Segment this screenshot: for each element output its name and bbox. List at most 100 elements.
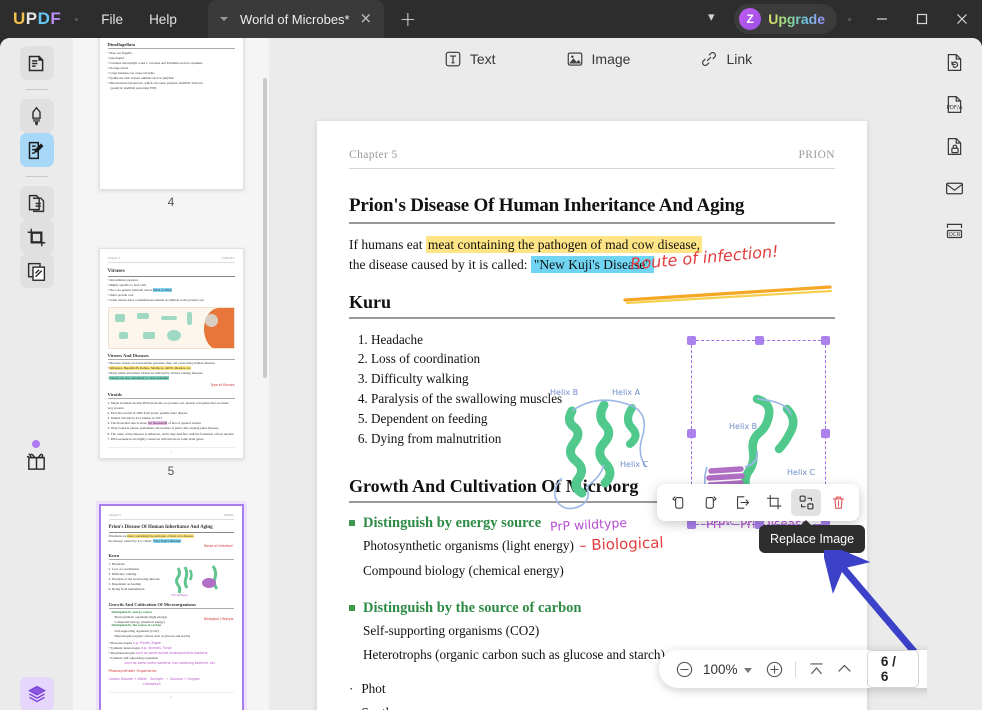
replace-image-button[interactable] xyxy=(791,489,821,516)
image-context-toolbar[interactable] xyxy=(657,484,859,521)
thumbnail-page-4[interactable]: Dinoflagellata • How our flagella • Auto… xyxy=(98,38,244,190)
t6g2b: Heterotrophs (organic carbon such as glu… xyxy=(114,633,190,638)
minimize-button[interactable] xyxy=(862,0,902,38)
titlebar-right-group: ▾ Z Upgrade xyxy=(698,0,982,38)
pdf-page[interactable]: Chapter 5 PRION Prion's Disease Of Human… xyxy=(317,121,867,710)
resize-handle-ne[interactable] xyxy=(821,336,830,345)
intro-text-2: the disease caused by it is called: xyxy=(349,257,531,273)
page-scroll-area[interactable]: Chapter 5 PRION Prion's Disease Of Human… xyxy=(269,80,927,710)
t6d1a: e.g. Plants, Algae xyxy=(132,640,161,645)
first-page-button[interactable] xyxy=(805,656,829,682)
resize-handle-n[interactable] xyxy=(755,336,764,345)
t5n0: Single stranded circular RNA molecule, n… xyxy=(107,400,229,411)
annotation-underline-swoosh xyxy=(623,285,833,304)
protect-pdf-button[interactable] xyxy=(939,130,971,162)
rotate-right-button[interactable] xyxy=(695,489,725,516)
t5b0: Intracellular parasites xyxy=(109,278,138,282)
t5n5: The cause of the diseases is unknown, an… xyxy=(110,431,234,436)
sidebar-item-crop-page[interactable] xyxy=(19,220,54,254)
t5b1: Highly specific to host cells xyxy=(109,283,147,288)
tab-strip: World of Microbes* × + xyxy=(207,0,422,38)
crop-image-button[interactable] xyxy=(759,489,789,516)
thumb6-header-left: Chapter 5 xyxy=(108,513,121,517)
t6eqr: Glucose + Oxygen xyxy=(170,676,200,681)
maximize-button[interactable] xyxy=(902,0,942,38)
updf-logo: UPDF xyxy=(13,9,62,28)
resize-handle-nw[interactable] xyxy=(687,336,696,345)
dot-label-1: Phot xyxy=(361,680,386,696)
tab-dropdown-caret-icon[interactable] xyxy=(219,17,228,21)
ocr-button[interactable]: OCR xyxy=(939,214,971,246)
thumbnail-number-4: 4 xyxy=(167,195,175,209)
intro-text-1: If humans eat xyxy=(349,237,426,252)
svg-text:Helix A: Helix A xyxy=(612,388,641,397)
thumb6-section2: Kuru xyxy=(108,553,234,561)
sidebar-item-edit-pdf[interactable] xyxy=(19,133,54,167)
app-body: Dinoflagellata • How our flagella • Auto… xyxy=(0,38,982,710)
resize-handle-e[interactable] xyxy=(821,429,830,438)
thumb6-page-no: 6 xyxy=(108,691,234,699)
sidebar-item-reader-view[interactable] xyxy=(19,46,54,80)
thumb6-annotation1: Route of infection! xyxy=(204,544,234,549)
page-thumbnail-panel[interactable]: Dinoflagellata • How our flagella • Auto… xyxy=(73,38,269,710)
sidebar-item-page-ocr[interactable] xyxy=(19,186,54,220)
upgrade-button[interactable]: Z Upgrade xyxy=(734,4,837,34)
document-tab[interactable]: World of Microbes* × xyxy=(207,0,384,38)
page-chapter-label: Chapter 5 xyxy=(349,149,398,161)
kuru-rule xyxy=(349,316,835,319)
delete-image-button[interactable] xyxy=(823,489,853,516)
zoom-dropdown-caret-icon[interactable] xyxy=(744,667,752,673)
group-2-heading: Distinguish by the source of carbon xyxy=(349,600,835,617)
tab-image-label: Image xyxy=(591,51,631,67)
t5c2: Many plants and plants viruses be infect… xyxy=(109,371,203,376)
extract-image-button[interactable] xyxy=(727,489,757,516)
thumb5-figure xyxy=(107,306,235,349)
tab-link[interactable]: Link xyxy=(690,45,762,73)
svg-text:Helix C: Helix C xyxy=(620,460,649,469)
zoombar-divider-1 xyxy=(795,661,796,677)
t6eql: Carbon Dioxide + Water xyxy=(108,676,148,681)
tab-image[interactable]: Image xyxy=(556,45,641,73)
t6s5: Dying from malnutrition xyxy=(111,587,145,592)
t6d1: Photoautotrophs xyxy=(110,640,133,645)
pdf-a-button[interactable]: PDF/A xyxy=(939,88,971,120)
share-email-button[interactable] xyxy=(939,172,971,204)
resize-handle-sw[interactable] xyxy=(687,520,696,529)
highlight-yellow: meat containing the pathogen of mad cow … xyxy=(425,236,703,253)
close-window-button[interactable] xyxy=(942,0,982,38)
thumb5-section3: Viroids xyxy=(107,392,235,400)
menu-file[interactable]: File xyxy=(88,7,136,32)
close-tab-icon[interactable]: × xyxy=(356,9,376,29)
t6s3: Paralysis of the swallowing muscles xyxy=(111,577,160,581)
t6d4a: such as some sulfur bacteria, iron oxidi… xyxy=(124,661,216,666)
t6s2: Difficulty walking xyxy=(111,571,137,576)
page-running-head: Chapter 5 PRION xyxy=(349,149,835,169)
page-indicator-input[interactable]: 6 / 6 xyxy=(866,650,920,688)
thumbnail-page-5[interactable]: Chapter 4 VIRUSES Viruses • Intracellula… xyxy=(98,248,244,459)
group-2-title: Distinguish by the source of carbon xyxy=(363,599,582,616)
green-bullet-icon-2 xyxy=(349,604,355,611)
thumbnail-page-6[interactable]: Chapter 5 PRION Prion's Disease Of Human… xyxy=(98,504,244,710)
tab-text[interactable]: Text xyxy=(434,45,506,73)
t6d3: Photoheterotrophs xyxy=(110,651,135,656)
t6d2a: e.g. Animals, Fungi xyxy=(141,645,172,650)
convert-pdf-button[interactable] xyxy=(939,46,971,78)
rotate-left-button[interactable] xyxy=(663,489,693,516)
resize-handle-w[interactable] xyxy=(687,429,696,438)
green-bullet-icon xyxy=(349,520,355,527)
sidebar-item-gifts-promo[interactable] xyxy=(20,440,54,477)
sidebar-item-organize-pages[interactable] xyxy=(19,254,54,288)
sidebar-item-comment-markup[interactable] xyxy=(19,99,54,133)
zoom-in-button[interactable] xyxy=(762,656,786,682)
t5n6: RNA sequences are highly conserved with … xyxy=(110,436,204,441)
t6eqtp: Sunlight xyxy=(150,676,164,681)
thumb5-title: Viruses xyxy=(107,268,235,277)
zoom-out-button[interactable] xyxy=(672,656,696,682)
new-tab-button[interactable]: + xyxy=(394,6,422,34)
chevron-down-icon[interactable]: ▾ xyxy=(698,6,724,32)
prev-page-button[interactable] xyxy=(833,656,857,682)
group-1-item-2: Compound biology (chemical energy) xyxy=(363,562,564,578)
sidebar-item-layers-panel[interactable] xyxy=(19,677,54,710)
menu-help[interactable]: Help xyxy=(136,7,190,32)
zoom-level-value[interactable]: 100% xyxy=(700,662,738,677)
